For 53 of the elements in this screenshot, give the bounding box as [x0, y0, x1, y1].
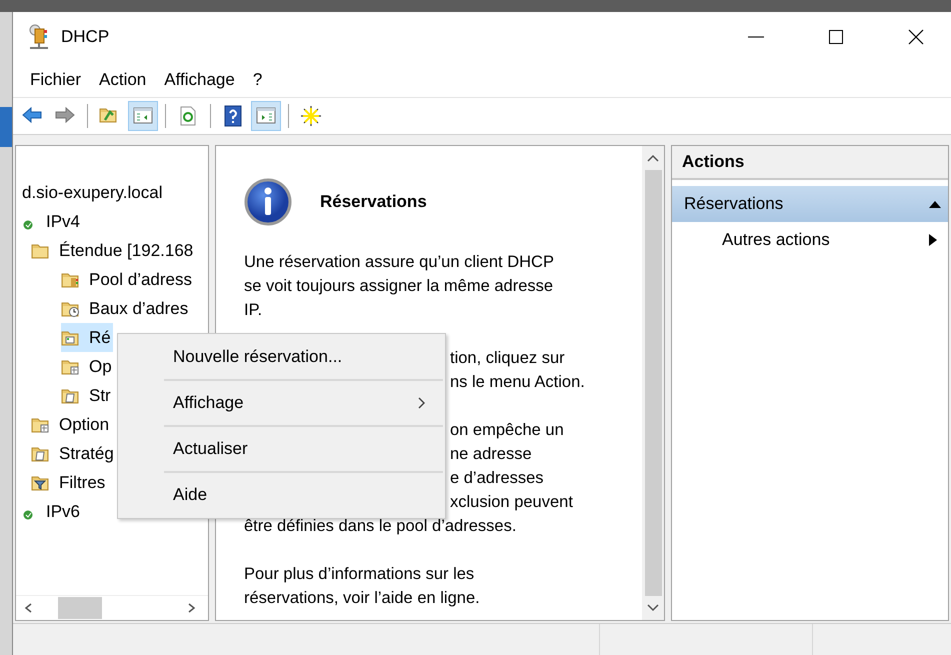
menu-item[interactable]: Fichier: [21, 66, 90, 94]
minimize-icon: [748, 36, 764, 38]
description-text: ns le menu Action.: [450, 372, 585, 393]
tree-item[interactable]: Baux d’adres: [61, 294, 190, 323]
context-menu-item[interactable]: Aide: [120, 475, 443, 515]
description-text: réservations, voir l’aide en ligne.: [244, 588, 480, 609]
description-text: se voit toujours assigner la même adresse: [244, 276, 554, 297]
tree-item[interactable]: Option: [31, 410, 112, 439]
sparkle-icon: [300, 105, 322, 127]
description-text: Une réservation assure qu’un client DHCP: [244, 252, 554, 273]
description-text: ne adresse: [450, 444, 532, 465]
context-menu-item[interactable]: Affichage: [120, 383, 443, 423]
description-text: tion, cliquez sur: [450, 348, 565, 369]
tree-item[interactable]: Pool d’adress: [61, 265, 194, 294]
tree-item[interactable]: d.sio-exupery.local: [20, 178, 164, 207]
description-text: Pour plus d’informations sur les: [244, 564, 474, 585]
scrollbar-thumb[interactable]: [644, 170, 662, 596]
tree-item[interactable]: Étendue [192.168: [31, 236, 196, 265]
action-item[interactable]: Autres actions: [672, 222, 948, 258]
section-title: Réservations: [320, 192, 427, 212]
tree-item[interactable]: Stratég: [31, 439, 116, 468]
help-icon: [222, 105, 244, 127]
description-text: on empêche un: [450, 420, 564, 441]
tree-item[interactable]: IPv6: [18, 497, 82, 526]
tree-item[interactable]: Str: [61, 381, 113, 410]
menu-item[interactable]: Action: [90, 66, 156, 94]
description-text: e d’adresses: [450, 468, 544, 489]
tree-item[interactable]: Ré: [61, 323, 113, 352]
chevron-right-icon: [417, 396, 427, 410]
tree-item[interactable]: IPv4: [18, 207, 82, 236]
server-icon: [27, 24, 51, 50]
pane-right-button[interactable]: [251, 101, 281, 131]
scrollbar-thumb[interactable]: [58, 597, 102, 619]
pane-header: Actions: [672, 146, 948, 180]
close-icon: [908, 29, 924, 45]
network-check-icon: [23, 220, 33, 230]
tree-item[interactable]: Op: [61, 352, 114, 381]
window-title: DHCP: [61, 27, 110, 47]
info-icon: [244, 178, 292, 226]
context-menu-item[interactable]: Nouvelle réservation...: [120, 337, 443, 377]
network-check-icon: [23, 510, 33, 520]
submenu-triangle-icon: [928, 233, 938, 247]
maximize-icon: [828, 29, 844, 45]
pane-left-button[interactable]: [128, 101, 158, 131]
description-text: xclusion peuvent: [450, 492, 573, 513]
description-text: être définies dans le pool d’adresses.: [244, 516, 516, 537]
collapse-triangle-icon: [928, 199, 942, 209]
action-section-header[interactable]: Réservations: [672, 186, 948, 222]
tree-item[interactable]: Filtres: [31, 468, 108, 497]
context-menu-item[interactable]: Actualiser: [120, 429, 443, 469]
menu-item[interactable]: ?: [244, 66, 272, 94]
description-text: IP.: [244, 300, 262, 321]
menu-item[interactable]: Affichage: [155, 66, 244, 94]
